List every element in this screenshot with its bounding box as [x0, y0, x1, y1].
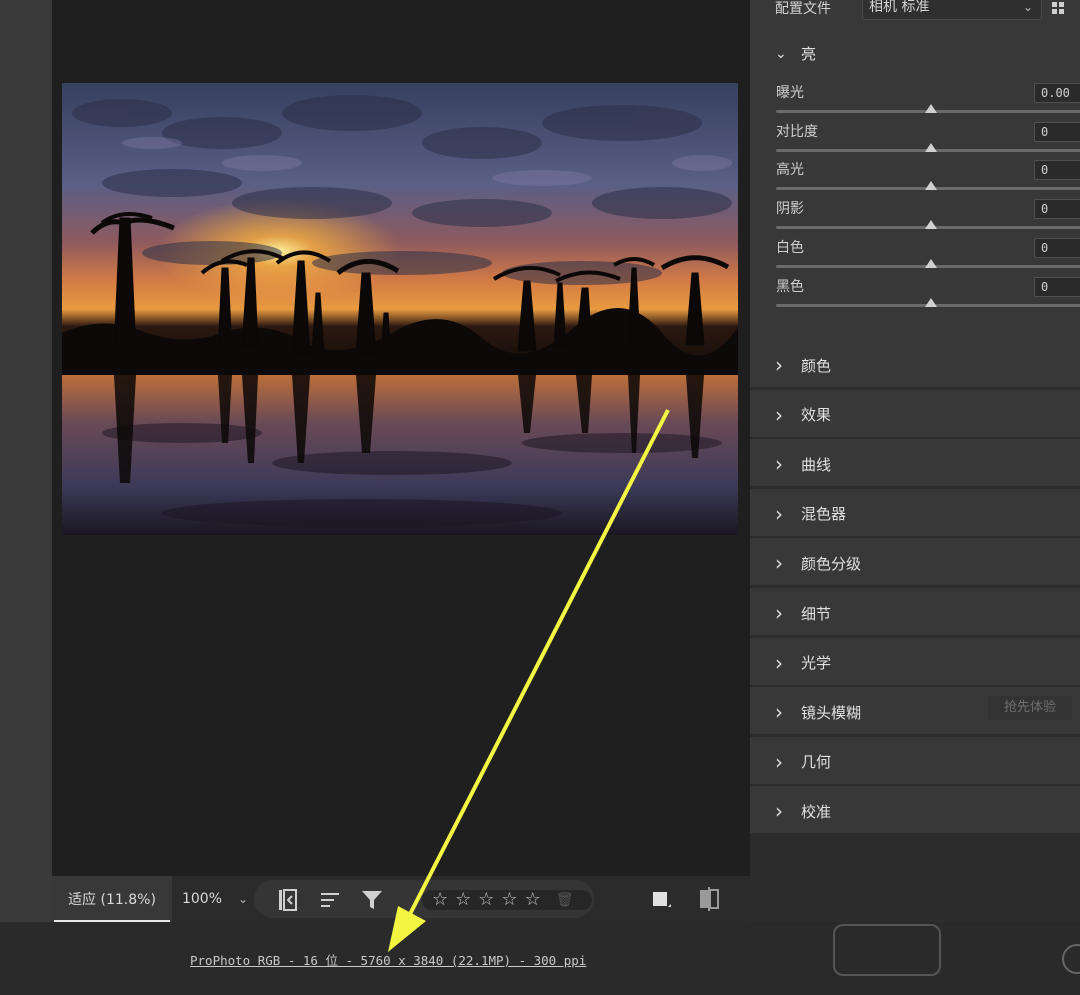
profile-row: 配置文件 相机 标准 ⌄ — [750, 0, 1080, 30]
slider-thumb[interactable] — [925, 104, 937, 113]
panel-section[interactable]: › 效果 — [750, 389, 1080, 437]
panel-section[interactable]: › 光学 — [750, 637, 1080, 685]
light-section-title: 亮 — [801, 45, 817, 63]
profile-label: 配置文件 — [775, 1, 831, 17]
star-icon[interactable]: ☆ — [478, 891, 494, 909]
slider-thumb[interactable] — [925, 142, 937, 152]
status-bar: ProPhoto RGB - 16 位 - 5760 x 3840 (22.1M… — [0, 922, 1080, 995]
trash-icon[interactable]: 🗑 — [556, 892, 574, 908]
panel-section-header[interactable]: › 校准 — [775, 799, 831, 823]
panel-section-header[interactable]: › 颜色 — [775, 353, 831, 377]
zoom-fit-button[interactable]: 适应 (11.8%) — [52, 876, 172, 922]
panel-section-title: 几何 — [801, 753, 832, 772]
star-icon[interactable]: ☆ — [432, 891, 448, 909]
slider-thumb[interactable] — [925, 220, 937, 230]
slider-label: 对比度 — [776, 123, 818, 140]
slider-label: 曝光 — [776, 85, 804, 101]
profile-browser-grid-icon[interactable] — [1052, 2, 1064, 14]
slider-value-input[interactable]: 0 — [1034, 160, 1080, 181]
preview-photo — [62, 83, 738, 535]
before-after-compare-icon[interactable] — [698, 876, 724, 922]
panel-section[interactable]: › 几何 — [750, 736, 1080, 784]
slider-thumb[interactable] — [925, 258, 937, 268]
chevron-right-icon: › — [775, 799, 783, 824]
panel-section[interactable]: › 细节 — [750, 588, 1080, 635]
zoom-dropdown-chevron-down-icon[interactable]: ⌄ — [232, 876, 254, 922]
slider-label: 阴影 — [776, 201, 804, 218]
slider-value-input[interactable]: 0.00 — [1034, 83, 1080, 103]
baobab-sunset-image — [62, 83, 738, 535]
panel-section-title: 光学 — [801, 654, 832, 673]
view-mode-square-icon[interactable] — [650, 876, 676, 922]
star-icon[interactable]: ☆ — [501, 891, 517, 909]
chevron-right-icon: › — [775, 501, 783, 526]
sort-icon[interactable] — [318, 888, 342, 912]
slider-label: 黑色 — [776, 278, 804, 295]
light-section-header[interactable]: ⌄ 亮 — [775, 43, 816, 64]
panel-section-header[interactable]: › 颜色分级 — [775, 551, 861, 575]
filmstrip-toggle-icon[interactable] — [276, 888, 300, 912]
slider-value-input[interactable]: 0 — [1034, 199, 1080, 220]
light-section: ⌄ 亮 曝光 0.00 对比度 0 高光 0 阴影 0 白色 0 黑色 0 — [750, 30, 1080, 340]
panel-section[interactable]: › 曲线 — [750, 439, 1080, 487]
chevron-right-icon: › — [775, 700, 783, 725]
slider-thumb[interactable] — [925, 297, 937, 307]
chevron-right-icon: › — [775, 402, 783, 427]
workflow-options-link[interactable]: ProPhoto RGB - 16 位 - 5760 x 3840 (22.1M… — [190, 950, 586, 969]
slider-label: 白色 — [776, 239, 804, 256]
adjustments-panel: 配置文件 相机 标准 ⌄ ⌄ 亮 曝光 0.00 对比度 0 高光 0 阴影 0 白色 0 黑色 0 … — [750, 0, 1080, 922]
open-button[interactable] — [833, 924, 941, 976]
filmstrip-tools-group: ☆ ☆ ☆ ☆ ☆ 🗑 — [254, 880, 594, 918]
panel-section-title: 细节 — [801, 604, 832, 623]
slider-value-input[interactable]: 0 — [1034, 276, 1080, 297]
panel-section-header[interactable]: › 曲线 — [775, 452, 831, 476]
zoom-100-button[interactable]: 100% — [174, 876, 230, 922]
panel-section[interactable]: › 颜色分级 — [750, 538, 1080, 586]
panel-section-header[interactable]: › 混色器 — [775, 502, 846, 526]
camera-raw-window: 适应 (11.8%) 100% ⌄ ☆ ☆ ☆ ☆ ☆ 🗑 配置文件 相机 标准… — [0, 0, 1080, 995]
filter-icon[interactable] — [360, 888, 384, 912]
rating-stars: ☆ ☆ ☆ ☆ ☆ 🗑 — [422, 890, 592, 910]
left-filmstrip-panel — [0, 0, 52, 922]
panel-section-title: 颜色分级 — [801, 554, 862, 573]
chevron-right-icon: › — [775, 353, 783, 377]
panel-section-title: 镜头模糊 — [801, 703, 862, 722]
panel-section-title: 曲线 — [801, 455, 832, 474]
panel-section-header[interactable]: › 镜头模糊 — [775, 700, 861, 724]
panel-section-header[interactable]: › 光学 — [775, 651, 831, 675]
panel-section[interactable]: › 校准 — [750, 786, 1080, 834]
panel-section-title: 效果 — [801, 406, 832, 425]
panel-section-header[interactable]: › 效果 — [775, 403, 831, 427]
panel-section-title: 混色器 — [801, 505, 847, 524]
slider-value-input[interactable]: 0 — [1034, 121, 1080, 142]
panel-section[interactable]: › 镜头模糊 抢先体验 — [750, 687, 1080, 735]
slider-label: 高光 — [776, 162, 804, 179]
panel-section-title: 校准 — [801, 802, 832, 821]
done-button[interactable] — [1062, 944, 1080, 974]
panel-section-header[interactable]: › 几何 — [775, 750, 831, 774]
slider-thumb[interactable] — [925, 181, 937, 191]
panel-section-header[interactable]: › 细节 — [775, 601, 831, 625]
early-access-badge: 抢先体验 — [988, 696, 1072, 721]
profile-select-value: 相机 标准 — [869, 0, 930, 15]
chevron-right-icon: › — [775, 551, 783, 576]
panel-section-title: 颜色 — [801, 356, 832, 375]
panel-section[interactable]: › 颜色 — [750, 340, 1080, 387]
chevron-right-icon: › — [775, 601, 783, 625]
bottom-toolbar: 适应 (11.8%) 100% ⌄ ☆ ☆ ☆ ☆ ☆ 🗑 — [52, 876, 750, 922]
slider-value-input[interactable]: 0 — [1034, 237, 1080, 258]
chevron-right-icon: › — [775, 452, 783, 477]
profile-select[interactable]: 相机 标准 ⌄ — [862, 0, 1042, 20]
panel-section[interactable]: › 混色器 — [750, 488, 1080, 536]
star-icon[interactable]: ☆ — [455, 891, 471, 909]
chevron-down-icon: ⌄ — [1022, 0, 1033, 14]
star-icon[interactable]: ☆ — [525, 891, 541, 909]
chevron-right-icon: › — [775, 650, 783, 675]
chevron-right-icon: › — [775, 749, 783, 774]
chevron-down-icon: ⌄ — [775, 45, 787, 62]
image-canvas[interactable] — [52, 0, 750, 876]
